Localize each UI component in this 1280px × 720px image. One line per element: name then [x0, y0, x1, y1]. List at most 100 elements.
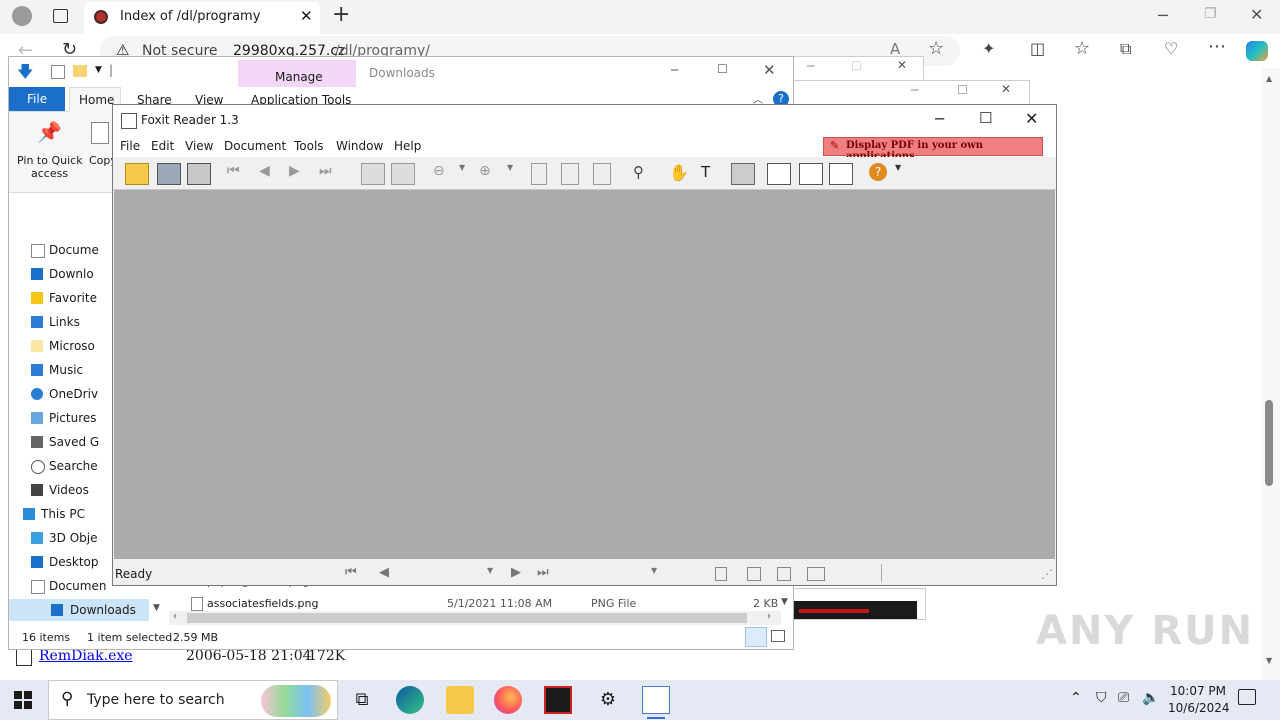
favorites-icon[interactable]: ☆ — [1074, 38, 1090, 59]
horizontal-scrollbar[interactable]: ‹ › — [169, 611, 781, 625]
minimize-icon[interactable]: ─ — [671, 63, 678, 77]
hand-tool-icon[interactable]: ✋ — [669, 163, 691, 183]
zoom-in-dropdown-icon[interactable]: ▼ — [507, 163, 529, 183]
actual-size-icon[interactable] — [531, 163, 547, 185]
promo-banner[interactable]: ✎ Display PDF in your own applications — [823, 137, 1043, 162]
network-icon[interactable]: ⎚ — [1118, 690, 1129, 706]
first-page-icon[interactable]: ⏮ — [227, 163, 249, 183]
tab-close-icon[interactable]: ✕ — [300, 7, 313, 25]
settings-menu-icon[interactable]: ⋯ — [1208, 36, 1226, 57]
close-icon[interactable]: ✕ — [763, 61, 776, 79]
nav-item[interactable]: Music — [31, 359, 83, 381]
clock-time[interactable]: 10:07 PM — [1170, 684, 1226, 698]
nav-item[interactable]: 3D Obje — [31, 527, 97, 549]
bg-minimize-icon[interactable]: ─ — [911, 83, 918, 97]
thumbnails-icon[interactable] — [799, 163, 823, 185]
page-scroll-thumb[interactable] — [1265, 400, 1273, 486]
close-icon[interactable]: ✕ — [1250, 5, 1263, 24]
nav-item[interactable]: Pictures — [31, 407, 97, 429]
tools-app-icon[interactable]: ⚙ — [594, 686, 622, 714]
tray-chevron-icon[interactable]: ⌃ — [1070, 690, 1082, 706]
status-first-page-icon[interactable]: ⏮ — [345, 565, 357, 580]
zoom-dropdown-icon[interactable]: ▼ — [651, 566, 657, 575]
list-scroll-down-icon[interactable]: ▼ — [781, 597, 788, 607]
clock-date[interactable]: 10/6/2024 — [1168, 701, 1230, 715]
zoom-out-icon[interactable]: ⊖ — [433, 163, 455, 183]
split-screen-icon[interactable]: ◫ — [1030, 39, 1045, 58]
nav-scroll-down-icon[interactable]: ▼ — [153, 603, 160, 613]
bg-minimize-icon[interactable]: ─ — [807, 59, 814, 73]
page-dropdown-icon[interactable]: ▼ — [487, 566, 493, 575]
snapshot-icon[interactable] — [731, 163, 755, 185]
down-arrow-icon[interactable]: 🡇 — [17, 61, 33, 88]
menu-window[interactable]: Window — [336, 135, 383, 157]
file-row-name[interactable]: associatesfields.png — [207, 597, 319, 610]
help-dropdown-icon[interactable]: ▼ — [895, 163, 917, 183]
profile-icon[interactable] — [12, 6, 32, 26]
horizontal-scroll-thumb[interactable] — [187, 613, 747, 623]
rotate-right-icon[interactable] — [391, 163, 415, 185]
resize-grip-icon[interactable]: ⋰ — [1041, 567, 1053, 581]
menu-file[interactable]: File — [120, 135, 140, 157]
status-next-page-icon[interactable]: ▶ — [511, 565, 521, 580]
start-windows-icon[interactable] — [14, 691, 32, 709]
nav-item[interactable]: Documen — [31, 575, 106, 597]
new-tab-icon[interactable]: + — [332, 2, 350, 27]
scroll-up-icon[interactable]: ▲ — [1266, 74, 1272, 83]
bg-close-icon[interactable]: ✕ — [1001, 82, 1011, 96]
nav-item[interactable]: OneDriv — [31, 383, 98, 405]
scroll-left-icon[interactable]: ‹ — [173, 611, 177, 622]
background-window[interactable]: ─ ☐ ✕ — [792, 80, 1030, 106]
properties-icon[interactable] — [51, 65, 65, 79]
document-view[interactable] — [114, 190, 1055, 559]
nav-item[interactable]: Desktop — [31, 551, 99, 573]
bookmarks-icon[interactable] — [767, 163, 791, 185]
menu-edit[interactable]: Edit — [151, 135, 174, 157]
foxit-taskbar-icon[interactable] — [642, 686, 670, 719]
rotate-left-icon[interactable] — [361, 163, 385, 185]
continuous-facing-icon[interactable] — [807, 567, 825, 581]
task-view-icon[interactable]: ⧉ — [348, 686, 376, 714]
restore-icon[interactable]: ❐ — [1204, 6, 1217, 22]
continuous-icon[interactable] — [747, 567, 761, 581]
menu-view[interactable]: View — [185, 135, 213, 157]
menu-help[interactable]: Help — [394, 135, 421, 157]
minimize-icon[interactable]: ─ — [935, 110, 944, 128]
last-page-icon[interactable]: ⏭ — [319, 163, 341, 183]
favorite-star-icon[interactable]: ☆ — [928, 38, 944, 59]
tab-actions-icon[interactable] — [53, 9, 68, 23]
copilot-icon[interactable] — [1246, 41, 1268, 61]
pin-label-1[interactable]: Pin to Quick — [17, 154, 83, 167]
page-scrollbar[interactable]: ▲ ▼ — [1262, 68, 1280, 680]
nav-item[interactable]: Videos — [31, 479, 89, 501]
nav-item[interactable]: This PC — [23, 503, 85, 525]
menu-document[interactable]: Document — [224, 135, 286, 157]
firefox-icon[interactable] — [494, 686, 522, 714]
bg-restore-icon[interactable]: ☐ — [957, 83, 968, 97]
status-prev-page-icon[interactable]: ◀ — [379, 565, 389, 580]
red-app-icon[interactable] — [544, 686, 572, 714]
nav-item[interactable]: Searche — [31, 455, 98, 477]
page-number-box[interactable]: ▼ — [405, 564, 501, 580]
zoom-out-dropdown-icon[interactable]: ▼ — [459, 163, 481, 183]
file-explorer-icon[interactable] — [446, 686, 474, 714]
fit-width-icon[interactable] — [593, 163, 611, 185]
next-page-icon[interactable]: ▶ — [289, 163, 311, 183]
listing-link[interactable]: RemDiak.exe — [39, 648, 133, 664]
browser-tab[interactable]: Index of /dl/programy ✕ — [84, 2, 320, 34]
zoom-in-icon[interactable]: ⊕ — [479, 163, 501, 183]
help-icon[interactable]: ? — [869, 163, 887, 181]
nav-item-selected[interactable]: Downloads — [9, 599, 149, 621]
tab-file[interactable]: File — [9, 87, 65, 111]
browser-essentials-icon[interactable]: ♡ — [1164, 39, 1178, 58]
nav-item[interactable]: Favorite — [31, 287, 97, 309]
bg-restore-icon[interactable]: ☐ — [851, 59, 862, 73]
background-window[interactable]: ─ ☐ ✕ — [792, 56, 924, 82]
volume-icon[interactable]: 🔈 — [1142, 690, 1159, 706]
notifications-icon[interactable] — [1238, 689, 1256, 705]
tray-security-icon[interactable]: ⛉ — [1096, 690, 1107, 706]
menu-tools[interactable]: Tools — [294, 135, 324, 157]
new-folder-icon[interactable] — [73, 65, 87, 77]
fit-page-icon[interactable] — [561, 163, 579, 185]
collections-icon[interactable]: ⧉ — [1120, 39, 1131, 59]
